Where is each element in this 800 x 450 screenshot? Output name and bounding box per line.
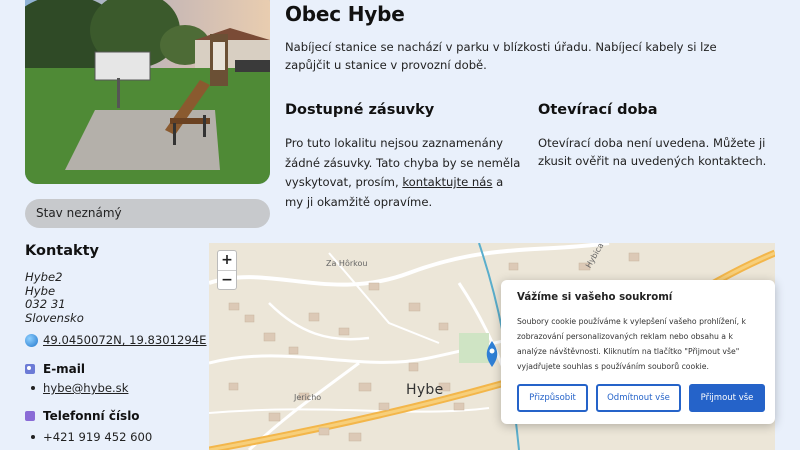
- zoom-control: + −: [217, 250, 237, 290]
- map-label-street: Za Hôrkou: [326, 259, 368, 268]
- globe-icon: [25, 333, 38, 347]
- zoom-in-button[interactable]: +: [218, 251, 236, 270]
- phone-icon: [25, 411, 35, 421]
- email-heading: E-mail: [25, 362, 85, 376]
- customize-button[interactable]: Přizpůsobit: [517, 384, 588, 412]
- accept-all-button[interactable]: Přijmout vše: [689, 384, 765, 412]
- zoom-out-button[interactable]: −: [218, 270, 236, 289]
- contact-us-link[interactable]: kontaktujte nás: [402, 175, 492, 189]
- cookie-buttons: Přizpůsobit Odmítnout vše Přijmout vše: [517, 384, 765, 412]
- contacts-heading: Kontakty: [25, 243, 100, 259]
- reject-all-button[interactable]: Odmítnout vše: [596, 384, 681, 412]
- coordinates: 49.0450072N, 19.8301294E: [25, 333, 207, 347]
- hours-heading: Otevírací doba: [538, 102, 658, 118]
- phone-item: +421 919 452 600: [31, 430, 152, 444]
- coordinates-link[interactable]: 49.0450072N, 19.8301294E: [43, 333, 207, 347]
- hours-text: Otevírací doba není uvedena. Můžete ji z…: [538, 136, 767, 168]
- map-label-village: Hybe: [406, 382, 444, 398]
- map-label-street: Jericho: [294, 393, 322, 402]
- page-title: Obec Hybe: [285, 2, 405, 26]
- phone-heading: Telefonní číslo: [25, 409, 140, 423]
- status-badge: Stav neznámý: [25, 199, 270, 228]
- cookie-text: Soubory cookie používáme k vylepšení vaš…: [517, 317, 746, 371]
- address: Hybe2 Hybe 032 31 Slovensko: [25, 270, 84, 325]
- cookie-consent-dialog: Vážíme si vašeho soukromí Soubory cookie…: [501, 280, 775, 424]
- intro-text: Nabíjecí stanice se nachází v parku v bl…: [285, 40, 717, 72]
- sockets-heading: Dostupné zásuvky: [285, 102, 435, 118]
- email-item: hybe@hybe.sk: [31, 381, 128, 395]
- phone-number: +421 919 452 600: [43, 430, 153, 444]
- location-photo: [25, 0, 270, 184]
- cookie-title: Vážíme si vašeho soukromí: [517, 292, 673, 303]
- sockets-text: Pro tuto lokalitu nejsou zaznamenány žád…: [285, 136, 521, 209]
- email-icon: [25, 364, 35, 374]
- email-link[interactable]: hybe@hybe.sk: [43, 381, 128, 395]
